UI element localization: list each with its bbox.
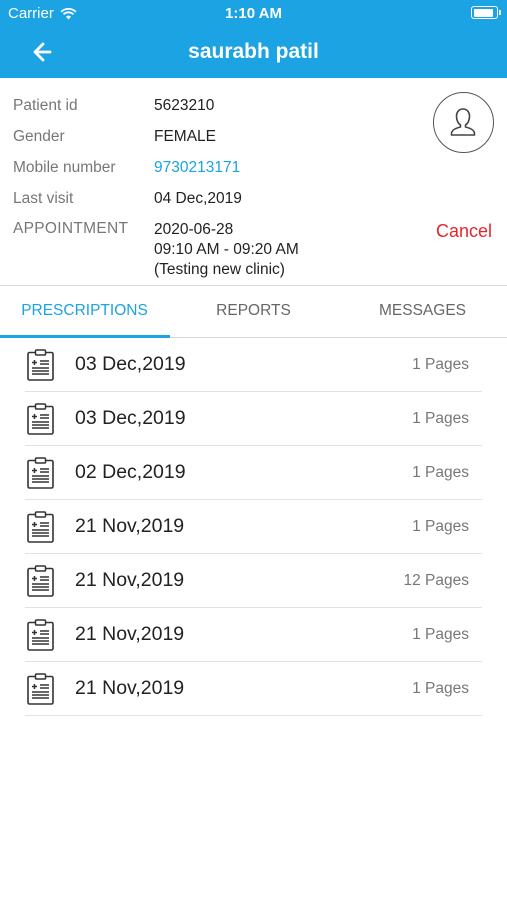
prescription-pages: 12 Pages [403,572,470,589]
tab-messages[interactable]: MESSAGES [338,286,507,338]
patient-id-label: Patient id [13,97,78,114]
appointment-date: 2020-06-28 [154,221,234,238]
divider [25,715,482,716]
list-item[interactable]: 21 Nov,2019 12 Pages [0,554,507,608]
prescription-pages: 1 Pages [412,518,469,535]
prescription-date: 21 Nov,2019 [75,569,185,591]
list-item[interactable]: 02 Dec,2019 1 Pages [0,446,507,500]
list-item[interactable]: 03 Dec,2019 1 Pages [0,392,507,446]
patient-details: Patient id 5623210 Gender FEMALE Mobile … [0,78,507,285]
prescription-date: 21 Nov,2019 [75,677,185,699]
prescription-pages: 1 Pages [412,626,469,643]
prescription-date: 21 Nov,2019 [75,623,185,645]
battery-level [473,8,494,17]
prescription-list: 03 Dec,2019 1 Pages 03 Dec,2019 1 Pages … [0,338,507,716]
list-item[interactable]: 21 Nov,2019 1 Pages [0,500,507,554]
prescription-pages: 1 Pages [412,680,469,697]
battery-icon [471,6,501,19]
prescription-document-icon [27,673,54,705]
prescription-document-icon [27,457,54,489]
cancel-appointment-button[interactable]: Cancel [436,221,492,242]
prescription-date: 21 Nov,2019 [75,515,185,537]
prescription-date: 03 Dec,2019 [75,353,186,375]
avatar[interactable] [433,92,494,153]
prescription-document-icon [27,619,54,651]
prescription-document-icon [27,403,54,435]
appointment-clinic: (Testing new clinic) [154,261,285,278]
gender-value: FEMALE [154,128,217,145]
tab-bar: PRESCRIPTIONS REPORTS MESSAGES [0,285,507,338]
mobile-label: Mobile number [13,159,116,176]
tab-reports[interactable]: REPORTS [169,286,338,338]
mobile-number-link[interactable]: 9730213171 [154,159,240,177]
last-visit-label: Last visit [13,190,74,207]
appointment-label: APPOINTMENT [13,220,129,237]
gender-label: Gender [13,128,65,145]
prescription-date: 03 Dec,2019 [75,407,186,429]
app-header: saurabh patil [0,26,507,78]
status-time: 1:10 AM [225,5,282,22]
last-visit-value: 04 Dec,2019 [154,190,242,207]
prescription-document-icon [27,349,54,381]
appointment-time: 09:10 AM - 09:20 AM [154,241,299,258]
appointment-details: 2020-06-28 09:10 AM - 09:20 AM (Testing … [154,220,299,280]
prescription-pages: 1 Pages [412,410,469,427]
patient-id-value: 5623210 [154,97,215,114]
list-item[interactable]: 21 Nov,2019 1 Pages [0,662,507,716]
prescription-document-icon [27,565,54,597]
list-item[interactable]: 21 Nov,2019 1 Pages [0,608,507,662]
prescription-pages: 1 Pages [412,356,469,373]
prescription-pages: 1 Pages [412,464,469,481]
page-title: saurabh patil [188,40,319,63]
prescription-date: 02 Dec,2019 [75,461,186,483]
prescription-document-icon [27,511,54,543]
user-icon [450,108,476,136]
tab-prescriptions[interactable]: PRESCRIPTIONS [0,286,169,338]
list-item[interactable]: 03 Dec,2019 1 Pages [0,338,507,392]
status-bar: Carrier 1:10 AM [0,0,507,26]
